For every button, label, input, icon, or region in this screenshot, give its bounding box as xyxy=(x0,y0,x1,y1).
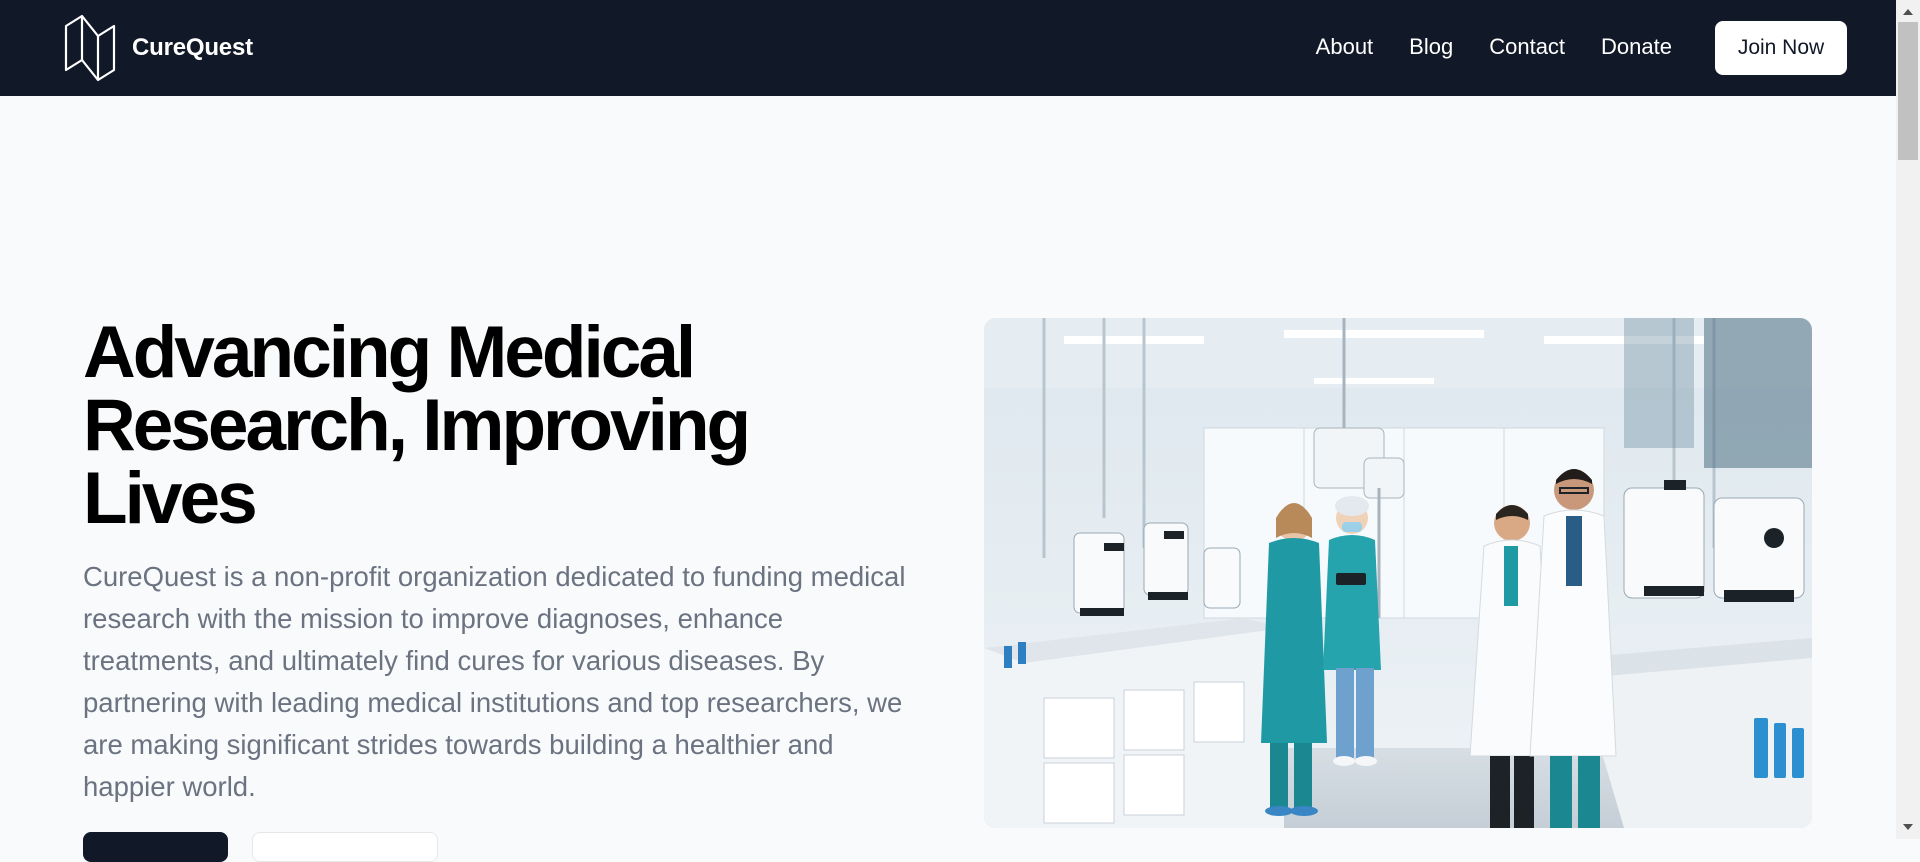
hero-title: Advancing Medical Research, Improving Li… xyxy=(83,312,751,539)
brand-home-link[interactable]: CureQuest xyxy=(64,14,253,82)
join-now-button[interactable]: Join Now xyxy=(1715,21,1847,75)
hero-secondary-button[interactable] xyxy=(252,832,438,862)
nav-link-contact[interactable]: Contact xyxy=(1489,34,1565,60)
nav-link-donate[interactable]: Donate xyxy=(1601,34,1672,60)
lab-scene-illustration xyxy=(984,318,1812,828)
nav-link-blog[interactable]: Blog xyxy=(1409,34,1453,60)
scroll-down-arrow-icon[interactable] xyxy=(1903,824,1913,830)
hero-primary-button[interactable] xyxy=(83,832,228,862)
hero-lab-photo xyxy=(984,318,1812,828)
scrollbar-thumb[interactable] xyxy=(1898,22,1918,160)
nav-link-about[interactable]: About xyxy=(1316,34,1374,60)
main-nav: About Blog Contact Donate xyxy=(1316,34,1672,60)
scroll-up-arrow-icon[interactable] xyxy=(1903,9,1913,15)
hero-description: CureQuest is a non-profit organization d… xyxy=(83,561,906,802)
brand-name: CureQuest xyxy=(132,34,253,61)
cube-logo-icon xyxy=(64,14,116,82)
site-header: CureQuest About Blog Contact Donate Join… xyxy=(0,0,1896,96)
